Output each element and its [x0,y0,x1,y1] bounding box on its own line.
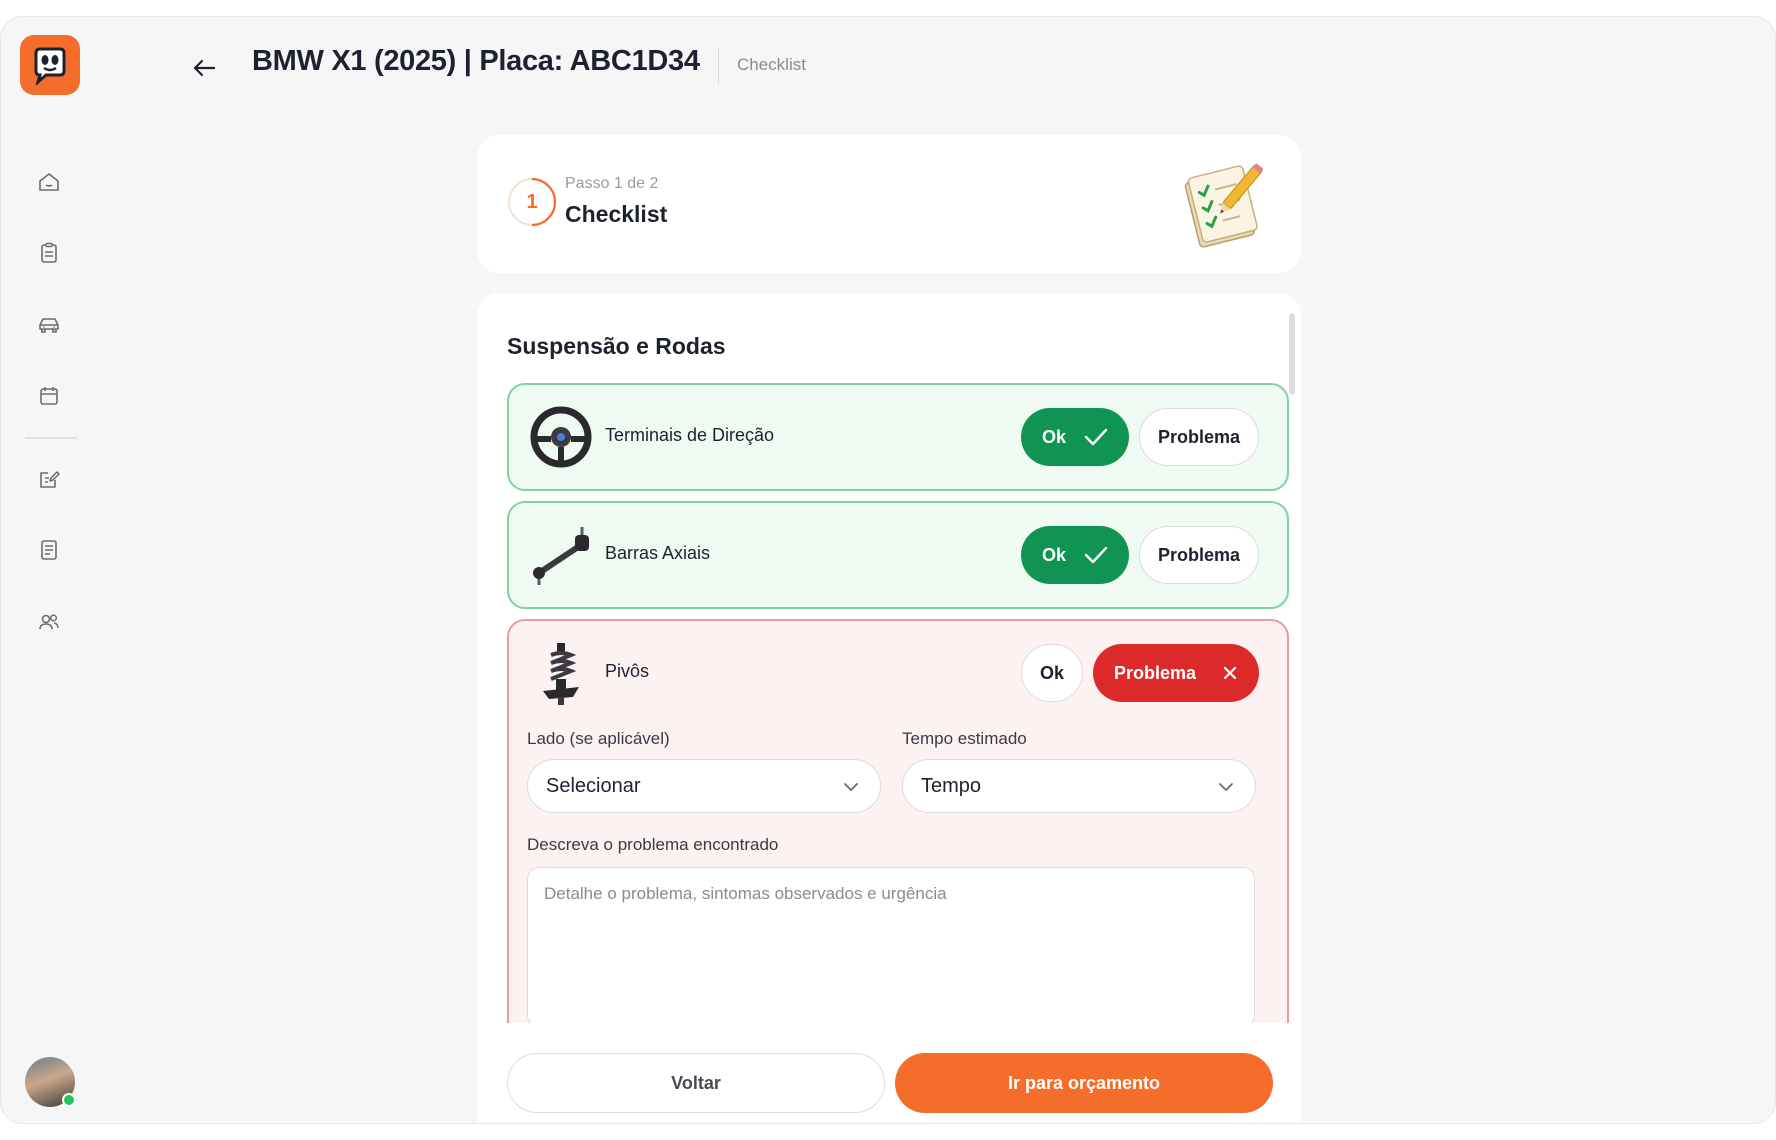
problem-button[interactable]: Problema [1093,644,1259,702]
checklist-notepad-icon [1184,163,1263,248]
checklist-item-pivos: Pivôs Ok Problema Lado (se aplicável) Se… [507,619,1289,1079]
clipboard-icon [41,242,57,263]
check-icon [1084,428,1108,446]
section-title: Suspensão e Rodas [507,333,726,359]
description-textarea[interactable]: Detalhe o problema, sintomas observados … [527,867,1255,1027]
chevron-down-icon [844,783,858,791]
axial-rod-icon [533,527,589,585]
home-icon [39,173,59,191]
ok-label: Ok [1041,426,1066,447]
step-title: Checklist [565,201,668,227]
problem-button[interactable]: Problema [1139,526,1259,584]
checklist-card: Suspensão e Rodas Terminais de Direção O… [477,293,1301,1123]
item-label: Pivôs [605,661,650,681]
checklist-item-barras: Barras Axiais Ok Problema [507,501,1289,609]
page-title: BMW X1 (2025) | Placa: ABC1D34 [252,45,700,77]
time-select-value: Tempo [921,774,982,797]
ok-label: Ok [1041,544,1066,565]
document-icon [41,540,57,560]
problem-button[interactable]: Problema [1139,408,1259,466]
edit-note-icon [40,471,60,488]
time-select[interactable]: Tempo [902,759,1256,813]
suspension-spring-icon [543,643,579,705]
sidebar-item-checklist[interactable] [34,238,64,268]
sidebar-item-home[interactable] [34,167,64,197]
footer-actions: Voltar Ir para orçamento [477,1023,1301,1123]
check-icon [1084,546,1108,564]
ok-button[interactable]: Ok [1021,408,1129,466]
sidebar-item-calendar[interactable] [34,381,64,411]
online-status-dot [62,1093,76,1107]
back-arrow-icon[interactable] [189,53,219,83]
sidebar-item-documents[interactable] [34,535,64,565]
sidebar-divider [25,437,77,439]
users-icon [39,614,59,630]
item-label: Barras Axiais [605,543,711,563]
logo-icon [34,47,66,85]
sidebar-item-users[interactable] [34,607,64,637]
scrollbar[interactable] [1289,313,1295,395]
side-select-value: Selecionar [546,774,641,797]
side-field-label: Lado (se aplicável) [527,729,670,748]
close-icon [1223,666,1237,680]
step-number: 1 [526,190,538,213]
ok-button[interactable]: Ok [1021,644,1083,702]
app-logo[interactable] [20,35,80,95]
back-button[interactable]: Voltar [507,1053,885,1113]
problem-label: Problema [1113,662,1197,683]
app-frame: BMW X1 (2025) | Placa: ABC1D34 Checklist… [0,16,1776,1124]
ok-button[interactable]: Ok [1021,526,1129,584]
side-select[interactable]: Selecionar [527,759,881,813]
sidebar-item-edit[interactable] [34,464,64,494]
step-card: 1 Passo 1 de 2 Checklist [477,135,1301,273]
step-label: Passo 1 de 2 [565,175,659,192]
steering-wheel-icon [530,406,592,468]
go-to-quote-button[interactable]: Ir para orçamento [895,1053,1273,1113]
chevron-down-icon [1219,783,1233,791]
calendar-icon [40,387,58,405]
user-avatar[interactable] [25,1057,76,1107]
time-field-label: Tempo estimado [902,729,1027,748]
item-label: Terminais de Direção [605,425,775,445]
car-icon [39,318,59,333]
description-field-label: Descreva o problema encontrado [527,835,779,854]
checklist-item-terminais: Terminais de Direção Ok Problema [507,383,1289,491]
title-divider [718,47,719,85]
sidebar-item-vehicles[interactable] [34,310,64,340]
breadcrumb[interactable]: Checklist [737,55,806,75]
